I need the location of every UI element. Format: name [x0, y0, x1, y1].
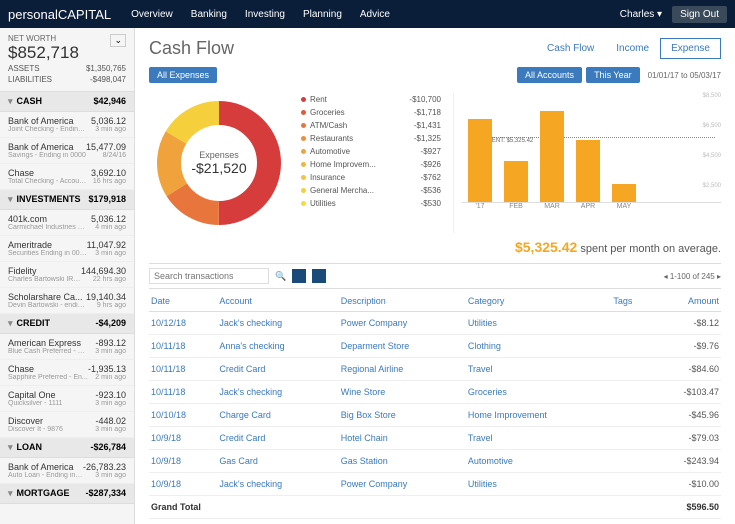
- account-row[interactable]: FidelityCharles Bartowski IRA - 12...144…: [0, 262, 134, 288]
- account-row[interactable]: AmeritradeSecurities Ending in 000011,04…: [0, 236, 134, 262]
- account-row[interactable]: ChaseSapphire Preferred - En...-1,935.13…: [0, 360, 134, 386]
- section-investments[interactable]: ▾INVESTMENTS$179,918: [0, 190, 134, 210]
- section-loan[interactable]: ▾LOAN-$26,784: [0, 438, 134, 458]
- assets-label: ASSETS: [8, 64, 40, 73]
- nav-advice[interactable]: Advice: [360, 9, 390, 20]
- nav-banking[interactable]: Banking: [191, 9, 227, 20]
- networth-amount: $852,718: [8, 43, 126, 63]
- account-row[interactable]: Bank of AmericaSavings - Ending in 00001…: [0, 138, 134, 164]
- liabilities-amount: -$498,047: [90, 75, 126, 84]
- liabilities-label: LIABILITIES: [8, 75, 52, 84]
- bar[interactable]: [576, 140, 600, 202]
- nav-investing[interactable]: Investing: [245, 9, 285, 20]
- table-row[interactable]: 10/9/18Credit CardHotel ChainTravel-$79.…: [149, 427, 721, 450]
- donut-label: Expenses: [191, 150, 246, 160]
- bar[interactable]: [468, 119, 492, 202]
- legend-item[interactable]: Restaurants-$1,325: [301, 132, 441, 145]
- col-description[interactable]: Description: [339, 291, 466, 312]
- all-expenses-button[interactable]: All Expenses: [149, 67, 217, 83]
- table-row[interactable]: 10/11/18Credit CardRegional AirlineTrave…: [149, 358, 721, 381]
- view-tabs: Cash Flow Income Expense: [536, 38, 721, 59]
- legend-item[interactable]: General Mercha...-$536: [301, 184, 441, 197]
- transactions-table: Date Account Description Category Tags A…: [149, 291, 721, 519]
- table-row[interactable]: 10/11/18Anna's checkingDeparment StoreCl…: [149, 335, 721, 358]
- pager: ◂ 1-100 of 245 ▸: [664, 272, 721, 281]
- search-icon[interactable]: 🔍: [275, 271, 286, 282]
- bar-chart: $8,500 $6,500 $4,500 $2,500 AVG SPENT: $…: [453, 93, 721, 233]
- date-range-text: 01/01/17 to 05/03/17: [648, 71, 721, 80]
- tab-cashflow[interactable]: Cash Flow: [536, 38, 605, 59]
- legend-item[interactable]: Utilities-$530: [301, 197, 441, 210]
- user-menu[interactable]: Charles ▾: [620, 9, 662, 20]
- col-category[interactable]: Category: [466, 291, 611, 312]
- tab-expense[interactable]: Expense: [660, 38, 721, 59]
- legend-item[interactable]: Groceries-$1,718: [301, 106, 441, 119]
- table-row[interactable]: 10/9/18Gas CardGas StationAutomotive-$24…: [149, 450, 721, 473]
- legend-item[interactable]: Insurance-$762: [301, 171, 441, 184]
- expand-icon[interactable]: ⌄: [110, 34, 126, 47]
- section-credit[interactable]: ▾CREDIT-$4,209: [0, 314, 134, 334]
- page-title: Cash Flow: [149, 38, 234, 59]
- search-input[interactable]: [149, 268, 269, 284]
- col-date[interactable]: Date: [149, 291, 217, 312]
- main-content: Cash Flow Cash Flow Income Expense All E…: [135, 28, 735, 524]
- sidebar: ⌄ NET WORTH $852,718 ASSETS $1,350,765 LI…: [0, 28, 135, 524]
- col-account[interactable]: Account: [217, 291, 338, 312]
- col-amount[interactable]: Amount: [652, 291, 721, 312]
- total-row: Grand Total$596.50: [149, 496, 721, 519]
- account-row[interactable]: ChaseTotal Checking - Account...3,692.10…: [0, 164, 134, 190]
- nav-overview[interactable]: Overview: [131, 9, 173, 20]
- networth-label: NET WORTH: [8, 34, 126, 43]
- legend: Rent-$10,700Groceries-$1,718ATM/Cash-$1,…: [301, 93, 441, 233]
- view-toggle-1[interactable]: [292, 269, 306, 283]
- bar[interactable]: [612, 184, 636, 202]
- tab-income[interactable]: Income: [605, 38, 660, 59]
- summary-text: $5,325.42 spent per month on average.: [149, 239, 721, 255]
- assets-amount: $1,350,765: [86, 64, 126, 73]
- this-year-button[interactable]: This Year: [586, 67, 640, 83]
- logo: personalCAPITAL: [8, 7, 111, 22]
- account-row[interactable]: DiscoverDiscover It - 9876-448.023 min a…: [0, 412, 134, 438]
- account-row[interactable]: Scholarshare Ca...Devin Bartowski - endi…: [0, 288, 134, 314]
- table-row[interactable]: 10/9/18Jack's checkingPower CompanyUtili…: [149, 473, 721, 496]
- table-row[interactable]: 10/12/18Jack's checkingPower CompanyUtil…: [149, 312, 721, 335]
- legend-item[interactable]: Automotive-$927: [301, 145, 441, 158]
- main-nav: Overview Banking Investing Planning Advi…: [131, 9, 390, 20]
- table-row[interactable]: 10/11/18Jack's checkingWine StoreGroceri…: [149, 381, 721, 404]
- networth-panel: ⌄ NET WORTH $852,718 ASSETS $1,350,765 LI…: [0, 28, 134, 92]
- legend-item[interactable]: Rent-$10,700: [301, 93, 441, 106]
- bar[interactable]: [540, 111, 564, 202]
- nav-planning[interactable]: Planning: [303, 9, 342, 20]
- all-accounts-button[interactable]: All Accounts: [517, 67, 582, 83]
- section-cash[interactable]: ▾CASH$42,946: [0, 92, 134, 112]
- signout-button[interactable]: Sign Out: [672, 6, 727, 23]
- account-row[interactable]: 401k.comCarmichael Industries Reti...5,0…: [0, 210, 134, 236]
- account-row[interactable]: Bank of AmericaJoint Checking - Ending i…: [0, 112, 134, 138]
- donut-amount: -$21,520: [191, 160, 246, 176]
- donut-chart: Expenses -$21,520: [149, 93, 289, 233]
- col-tags[interactable]: Tags: [611, 291, 651, 312]
- section-mortgage[interactable]: ▾MORTGAGE-$287,334: [0, 484, 134, 504]
- legend-item[interactable]: Home Improvem...-$926: [301, 158, 441, 171]
- account-row[interactable]: American ExpressBlue Cash Preferred - En…: [0, 334, 134, 360]
- app-header: personalCAPITAL Overview Banking Investi…: [0, 0, 735, 28]
- account-row[interactable]: Bank of AmericaAuto Loan - Ending in 123…: [0, 458, 134, 484]
- bar[interactable]: [504, 161, 528, 202]
- view-toggle-2[interactable]: [312, 269, 326, 283]
- legend-item[interactable]: ATM/Cash-$1,431: [301, 119, 441, 132]
- table-row[interactable]: 10/10/18Charge CardBig Box StoreHome Imp…: [149, 404, 721, 427]
- account-row[interactable]: Capital OneQuicksilver - 1111-923.103 mi…: [0, 386, 134, 412]
